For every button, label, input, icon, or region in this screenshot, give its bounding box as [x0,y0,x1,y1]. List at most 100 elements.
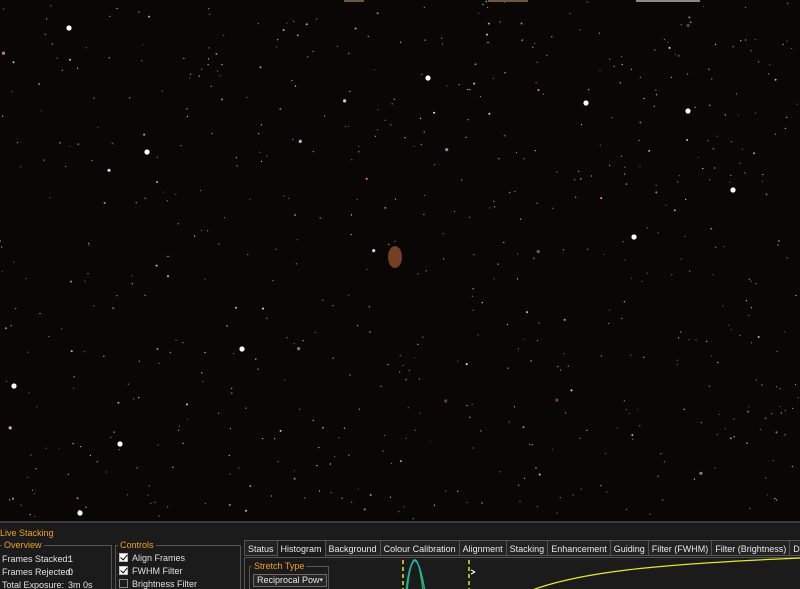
star [709,104,711,106]
star [198,75,200,77]
star [200,68,203,70]
star [338,437,340,439]
star [423,6,425,8]
star [112,307,115,310]
star [312,419,314,421]
star [368,306,370,308]
star [775,431,778,434]
star [27,351,29,353]
star [569,12,571,15]
star [211,132,213,135]
star [402,364,404,366]
star [30,454,32,456]
star [423,213,425,216]
star [716,135,718,137]
star [61,69,63,71]
star [442,233,444,235]
tab-status[interactable]: Status [244,540,278,556]
star [223,34,225,37]
star [376,129,379,131]
star [282,29,285,32]
star [80,446,82,448]
star [697,156,700,158]
star [69,145,71,148]
star [603,253,605,256]
star [503,134,506,137]
star [13,261,15,263]
star [384,206,387,209]
star [417,273,419,275]
star [777,240,780,242]
star [737,114,739,116]
star [494,206,496,208]
star [144,294,146,296]
star [675,54,677,56]
star [730,329,732,331]
star [768,73,770,75]
star [745,6,747,9]
star [457,490,459,492]
star [425,270,427,272]
star [350,214,353,216]
star [2,8,5,10]
star [646,272,648,274]
star [523,338,525,340]
star [673,209,676,212]
histogram-plot[interactable] [337,544,800,589]
star [685,198,687,200]
star [210,85,212,87]
star [795,294,797,297]
star [761,384,763,386]
star [204,502,206,505]
star [138,360,140,362]
star [12,61,15,64]
star [630,354,632,356]
star [739,334,741,336]
star [563,353,565,355]
star [741,148,744,150]
star [73,376,75,378]
star [586,429,588,431]
star [782,43,784,46]
star [186,115,188,117]
star [555,398,559,402]
star [538,322,540,324]
star [646,227,649,229]
star [215,52,218,55]
star [523,158,525,160]
star [482,3,484,6]
star [711,78,713,80]
star [478,12,480,14]
star [708,385,711,387]
brightness-filter-checkbox[interactable] [119,579,128,588]
star [84,280,86,282]
cursor-arrow-icon [470,569,476,575]
star [504,72,506,74]
star [394,198,397,200]
stacked-image-view[interactable] [0,0,800,521]
stretch-type-dropdown[interactable]: Reciprocal Pow ▾ [253,574,327,587]
controls-label: Controls [118,539,156,551]
tab-histogram[interactable]: Histogram [276,540,326,557]
star [262,438,264,440]
star [12,497,14,500]
fwhm-filter-checkbox[interactable] [119,566,128,575]
align-frames-checkbox[interactable] [119,553,128,562]
brightness-filter-checkbox-row[interactable]: Brightness Filter [119,578,197,589]
star [774,133,777,135]
star [730,174,732,177]
star [148,15,151,18]
star [72,443,74,445]
star [687,73,689,75]
star [167,506,169,508]
star [473,254,475,256]
star [288,197,290,199]
align-frames-checkbox-row[interactable]: Align Frames [119,552,185,564]
star [126,494,128,496]
bright-star [239,346,245,352]
star [546,54,548,56]
star [728,324,730,326]
fwhm-filter-checkbox-row[interactable]: FWHM Filter [119,565,183,577]
star [557,365,559,368]
star [249,485,252,488]
